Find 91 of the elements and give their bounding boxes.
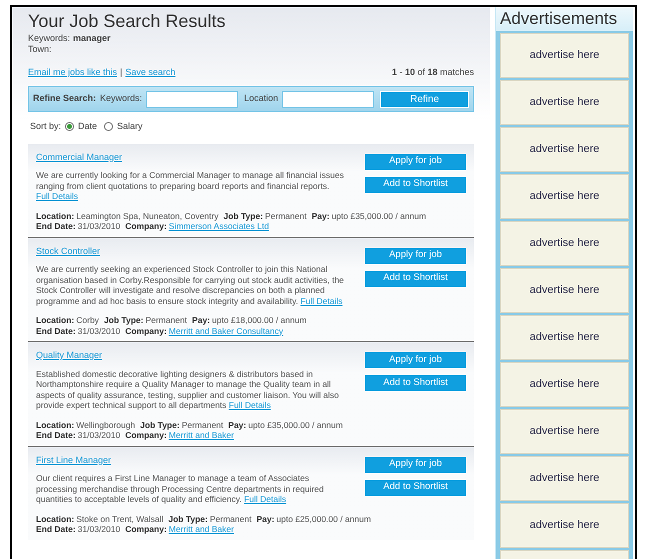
job-title-link[interactable]: Stock Controller xyxy=(36,246,100,256)
detail-label: Pay: xyxy=(312,210,330,221)
detail-value: Permanent xyxy=(145,315,188,326)
shortlist-button[interactable]: Add to Shortlist xyxy=(365,480,466,496)
shortlist-button[interactable]: Add to Shortlist xyxy=(365,270,466,288)
company-link[interactable]: Merritt and Baker Consultancy xyxy=(168,326,284,336)
job-description: Our client requires a First Line Manager to manage a team of Associates processing merchandise through Processing Centre departments in required quantities to acceptable levels of quality and efficiency. Full Details xyxy=(36,473,325,504)
detail-label: Pay: xyxy=(192,315,210,326)
detail-value: 31/03/2010 xyxy=(78,430,120,440)
detail-value: Stoke on Trent, Walsall xyxy=(76,514,164,524)
company-link[interactable]: Merritt and Baker xyxy=(168,524,234,534)
location-field[interactable] xyxy=(282,90,374,108)
full-details-link[interactable]: Full Details xyxy=(300,296,342,306)
ad-banner[interactable]: advertise here xyxy=(500,80,629,125)
detail-value: Permanent xyxy=(182,420,224,430)
radio-button[interactable] xyxy=(65,122,74,132)
ad-banner[interactable]: advertise here xyxy=(500,174,629,219)
full-details-link[interactable]: Full Details xyxy=(228,400,271,410)
detail-label: End Date: xyxy=(36,221,76,232)
job-title-link[interactable]: First Line Manager xyxy=(36,454,112,465)
detail-label: Location: xyxy=(36,315,74,326)
criteria-label: Keywords: xyxy=(28,33,70,44)
detail-label: Company: xyxy=(125,221,167,232)
detail-label: Job Type: xyxy=(140,420,180,430)
detail-value: Corby xyxy=(76,315,99,326)
job-description: We are currently looking for a Commercial Manager to manage all financial issues ranging from client quotations to preparing board reports and financial reports. Full Details xyxy=(36,170,345,202)
detail-label: Pay: xyxy=(228,420,246,430)
ad-banner[interactable]: advertise here xyxy=(500,503,629,548)
detail-label: Location: xyxy=(36,420,74,430)
full-details-link[interactable]: Full Details xyxy=(36,191,78,201)
sort-option-label: Date xyxy=(78,120,98,133)
link-separator: | xyxy=(120,66,122,78)
sort-option-label: Salary xyxy=(117,120,143,133)
full-details-link[interactable]: Full Details xyxy=(244,494,286,504)
search-link[interactable]: Email me jobs like this xyxy=(28,66,118,78)
location-label: Location xyxy=(244,92,278,106)
ad-banner[interactable]: advertise here xyxy=(500,221,629,266)
criteria-value: manager xyxy=(73,33,111,44)
page-title: Your Job Search Results xyxy=(28,10,226,33)
detail-value: 31/03/2010 xyxy=(78,326,120,336)
shortlist-button[interactable]: Add to Shortlist xyxy=(365,176,466,194)
detail-label: End Date: xyxy=(36,326,76,336)
shortlist-button[interactable]: Add to Shortlist xyxy=(365,375,466,392)
keywords-field[interactable] xyxy=(146,90,238,108)
detail-value: upto £35,000.00 / annum xyxy=(248,420,343,430)
job-description: Established domestic decorative lighting designers & distributors based in Northamptonshire require a Quality Manager to manage the Quality team in all aspects of quality assurance, testing, supplier and customer liaison. You will also provide expert technical support to all departments Full Details xyxy=(36,368,340,410)
criteria-label: Town: xyxy=(28,44,52,55)
detail-label: Job Type: xyxy=(223,210,263,221)
detail-label: Job Type: xyxy=(104,315,144,326)
match-count: 1 - 10 of 18 matches xyxy=(392,66,474,78)
job-title-link[interactable]: Quality Manager xyxy=(36,350,102,360)
detail-value: Permanent xyxy=(210,514,252,524)
ad-banner[interactable]: advertise here xyxy=(500,315,629,360)
ad-banner[interactable]: advertise here xyxy=(500,409,629,454)
job-description: We are currently seeking an experienced Stock Controller to join this National organisation based in Corby.Responsible for carrying out stock audit activities, the Stock Controller will investigate and resolve discrepancies on both a planned programme and ad hoc basis to ensure stock integrity and availability. Full Details xyxy=(36,264,345,306)
search-link[interactable]: Save search xyxy=(125,66,176,78)
detail-value: Permanent xyxy=(265,210,307,221)
detail-value: 31/03/2010 xyxy=(78,524,120,534)
detail-label: Company: xyxy=(125,430,167,440)
detail-label: Location: xyxy=(36,210,74,221)
ad-banner[interactable]: advertise here xyxy=(500,127,629,172)
detail-value: 31/03/2010 xyxy=(78,221,120,232)
apply-button[interactable]: Apply for job xyxy=(365,248,466,264)
refine-label: Refine Search: xyxy=(33,92,96,106)
apply-button[interactable]: Apply for job xyxy=(365,352,466,369)
detail-label: End Date: xyxy=(36,430,76,440)
detail-value: upto £35,000.00 / annum xyxy=(332,210,426,221)
company-link[interactable]: Merritt and Baker xyxy=(168,430,234,440)
detail-value: Leamington Spa, Nuneaton, Coventry xyxy=(76,210,218,221)
refine-button[interactable]: Refine xyxy=(380,90,469,108)
apply-button[interactable]: Apply for job xyxy=(365,154,466,170)
detail-label: Pay: xyxy=(256,514,274,524)
sort-label: Sort by: xyxy=(30,120,62,133)
detail-label: Company: xyxy=(125,524,167,534)
detail-label: End Date: xyxy=(36,524,76,534)
ad-banner[interactable]: advertise here xyxy=(500,362,629,407)
detail-value: Wellingborough xyxy=(76,420,136,430)
company-link[interactable]: Simmerson Associates Ltd xyxy=(168,221,269,232)
radio-button[interactable] xyxy=(104,122,114,132)
ad-banner[interactable]: advertise here xyxy=(500,268,629,313)
detail-label: Company: xyxy=(125,326,167,336)
detail-label: Location: xyxy=(36,514,74,524)
ad-banner[interactable]: advertise here xyxy=(500,456,629,501)
apply-button[interactable]: Apply for job xyxy=(365,456,466,474)
ad-banner[interactable]: advertise here xyxy=(500,33,629,78)
detail-label: Job Type: xyxy=(168,514,208,524)
detail-value: upto £18,000.00 / annum xyxy=(212,315,307,326)
detail-value: upto £25,000.00 / annum xyxy=(276,514,371,524)
advertisements-title: Advertisements xyxy=(496,7,633,31)
keywords-label: Keywords: xyxy=(100,92,142,106)
job-title-link[interactable]: Commercial Manager xyxy=(36,152,122,162)
